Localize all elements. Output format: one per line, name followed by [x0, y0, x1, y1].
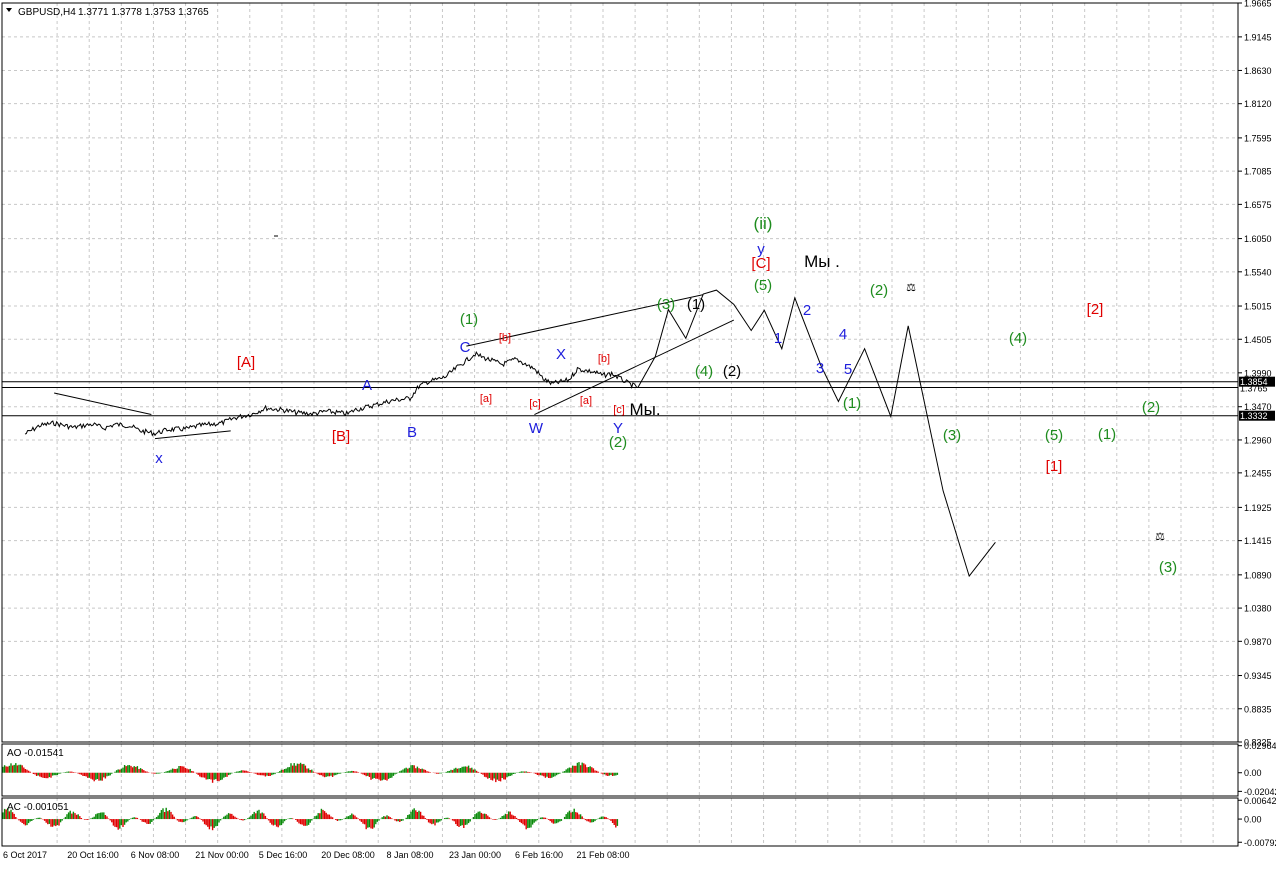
wave-label: (3): [657, 296, 675, 313]
wave-label: X: [556, 346, 566, 363]
axis-tick-label: 0.006426: [1244, 796, 1276, 806]
ac-title: AC -0.001051: [7, 802, 69, 813]
wave-label: [1]: [1046, 458, 1063, 475]
wave-label: (ii): [754, 214, 773, 233]
wave-labels: x[A][B]AB(1)C[b][a] [c]WX [b][a][c] Мы.Y(2)…: [155, 214, 1177, 576]
wave-label: (2): [870, 282, 888, 299]
time-axis-label: 23 Jan 00:00: [449, 850, 501, 860]
price-series: [24, 350, 638, 437]
time-axis-label: 6 Oct 2017: [3, 850, 47, 860]
wave-label: x: [155, 450, 163, 467]
wave-label: [c]: [529, 398, 541, 410]
wave-label: (3): [1159, 559, 1177, 576]
axis-tick-label: 1.0380: [1244, 604, 1272, 614]
wave-label: [b]: [598, 353, 610, 365]
axis-tick-label: 1.1415: [1244, 536, 1272, 546]
time-axis-label: 5 Dec 16:00: [259, 850, 308, 860]
chart-svg[interactable]: x[A][B]AB(1)C[b][a] [c]WX [b][a][c] Мы.Y(2)…: [0, 0, 1276, 866]
wave-label: (5): [1045, 427, 1063, 444]
time-axis-label: 21 Nov 00:00: [195, 850, 249, 860]
axis-tick-label: 1.4505: [1244, 335, 1272, 345]
axis-tick-label: 1.1925: [1244, 503, 1272, 513]
chart-header[interactable]: GBPUSD,H4 1.3771 1.3778 1.3753 1.3765: [6, 7, 209, 18]
axis-tick-label: 0.00: [1244, 768, 1262, 778]
time-axis-label: 20 Dec 08:00: [321, 850, 375, 860]
chevron-down-icon[interactable]: [6, 8, 12, 12]
price-line: [24, 350, 638, 437]
trend-line: [154, 430, 231, 440]
axis-tick-label: 0.9870: [1244, 637, 1272, 647]
wave-label: [c]: [613, 404, 625, 416]
forecast-path: [54, 289, 996, 578]
wave-label: W: [529, 420, 544, 437]
axis-tick-label: -0.00792: [1244, 838, 1276, 848]
wave-label: 1: [774, 330, 782, 347]
wave-label: A: [362, 377, 372, 394]
ao-title: AO -0.01541: [7, 748, 64, 759]
chart-area[interactable]: x [A] [B] A B (1) C [b] [a] [c] W X [b] [a] [c] Мы. Y (2)…: [0, 0, 1276, 866]
axis-tick-label: 1.5540: [1244, 267, 1272, 277]
time-axis-label: 6 Nov 08:00: [131, 850, 180, 860]
axis-tick-label: 0.9345: [1244, 671, 1272, 681]
cursor-mark-icon: ⚖: [906, 282, 916, 294]
wave-label: (1): [460, 311, 478, 328]
axis-tick-label: 1.7595: [1244, 133, 1272, 143]
wave-label: [C]: [751, 255, 770, 272]
time-axis-label: 6 Feb 16:00: [515, 850, 563, 860]
wave-label: C: [460, 339, 471, 356]
axis-tick-label: 0.8835: [1244, 704, 1272, 714]
wave-label: 5: [844, 361, 852, 378]
price-tag-label: 1.3765: [1240, 383, 1268, 393]
wave-label: Мы.: [629, 400, 660, 419]
wave-label: [a]: [580, 395, 592, 407]
wave-label: [a]: [480, 393, 492, 405]
time-axis-label: 8 Jan 08:00: [386, 850, 433, 860]
time-axis-label: 20 Oct 16:00: [67, 850, 119, 860]
wave-label: 3: [816, 360, 824, 377]
wave-label: (4): [695, 363, 713, 380]
axis-tick-label: 1.2960: [1244, 435, 1272, 445]
axis-tick-label: 0.02964: [1244, 741, 1276, 751]
forecast-line: [637, 289, 996, 578]
wave-label: (2): [1142, 399, 1160, 416]
wave-label: 2: [803, 302, 811, 319]
wave-label: (1): [843, 395, 861, 412]
wave-label: (5): [754, 277, 772, 294]
quote-values: 1.3771 1.3778 1.3753 1.3765: [78, 7, 209, 18]
wave-label: [b]: [499, 332, 511, 344]
wave-label: (2): [723, 363, 741, 380]
axis-tick-label: 1.8120: [1244, 99, 1272, 109]
wave-label: (1): [1098, 426, 1116, 443]
axis-tick-label: 1.6050: [1244, 234, 1272, 244]
axis-tick-label: 1.2455: [1244, 468, 1272, 478]
wave-label: B: [407, 424, 417, 441]
wave-label: (4): [1009, 330, 1027, 347]
symbol-label: GBPUSD,H4: [18, 7, 76, 18]
wave-label: (2): [609, 434, 627, 451]
wave-label: 4: [839, 326, 847, 343]
price-tag-label: 1.3332: [1240, 411, 1268, 421]
axis-tick-label: 1.8630: [1244, 66, 1272, 76]
axis-tick-label: 0.00: [1244, 815, 1262, 825]
axis-tick-label: 1.5015: [1244, 302, 1272, 312]
wave-label: (3): [943, 427, 961, 444]
wave-label: [B]: [332, 428, 350, 445]
axis-tick-label: 1.9145: [1244, 32, 1272, 42]
trend-line: [54, 392, 152, 416]
wave-label: [A]: [237, 354, 255, 371]
wave-label: Мы .: [804, 252, 840, 271]
axis-tick-label: 1.0890: [1244, 570, 1272, 580]
wave-label: [2]: [1087, 301, 1104, 318]
time-axis-label: 21 Feb 08:00: [576, 850, 629, 860]
axis-tick-label: 1.6575: [1244, 200, 1272, 210]
cursor-mark-icon: ⚖: [1155, 531, 1165, 543]
axis-tick-label: 1.9665: [1244, 0, 1272, 9]
axis-tick-label: 1.7085: [1244, 167, 1272, 177]
wave-label: (1): [687, 296, 705, 313]
